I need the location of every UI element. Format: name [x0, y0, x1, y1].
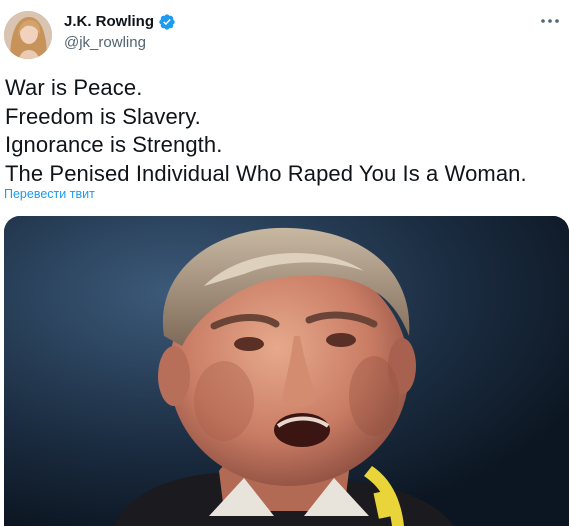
tweet-line: Ignorance is Strength. — [5, 132, 223, 158]
tweet-text: War is Peace. Freedom is Slavery. Ignora… — [5, 74, 565, 188]
tweet-media-photo[interactable] — [4, 216, 569, 526]
author-name[interactable]: J.K. Rowling — [64, 12, 154, 32]
author-handle[interactable]: @jk_rowling — [64, 33, 176, 53]
tweet-line: War is Peace. — [5, 75, 143, 100]
tweet-line: The Penised Individual Who Raped You Is … — [5, 160, 527, 186]
tweet-author: J.K. Rowling @jk_rowling — [64, 12, 176, 53]
author-avatar[interactable] — [4, 11, 52, 59]
more-options-icon[interactable] — [537, 8, 563, 34]
author-name-row: J.K. Rowling — [64, 12, 176, 32]
verified-badge-icon — [158, 13, 176, 31]
translate-tweet-link[interactable]: Перевести твит — [4, 187, 95, 201]
man-speaking-photo — [4, 216, 569, 526]
avatar-image — [4, 11, 52, 59]
tweet-line: Freedom is Slavery. — [5, 103, 201, 129]
